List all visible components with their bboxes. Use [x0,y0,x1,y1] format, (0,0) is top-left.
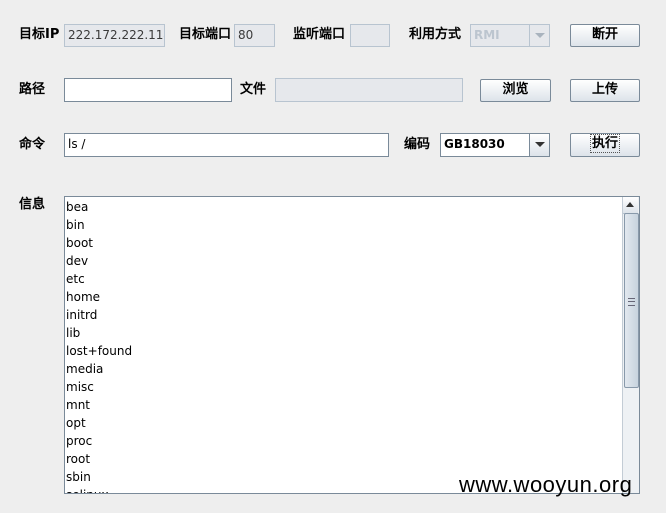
target-ip-field[interactable]: 222.172.222.114 [64,24,165,47]
vertical-scrollbar[interactable] [622,197,639,493]
target-port-field[interactable]: 80 [234,24,275,47]
chevron-down-icon[interactable] [529,134,549,156]
encoding-select[interactable]: GB18030 [440,133,550,157]
encoding-select-value: GB18030 [444,137,505,151]
list-item: lib [66,326,81,340]
method-label: 利用方式 [409,27,462,42]
scroll-thumb[interactable] [624,213,639,388]
browse-button[interactable]: 浏览 [480,79,551,102]
list-item: home [66,290,101,304]
execute-button-label: 执行 [589,134,621,153]
target-ip-label: 目标IP [19,27,60,42]
list-item: proc [66,434,93,448]
disconnect-button[interactable]: 断开 [570,24,640,47]
watermark: www.wooyun.org [459,472,633,497]
info-output-list: bea bin boot dev etc home initrd lib los… [65,197,639,493]
method-select[interactable]: RMI [470,24,550,47]
info-output-textarea[interactable]: bea bin boot dev etc home initrd lib los… [64,196,640,494]
path-label: 路径 [19,82,46,97]
upload-button[interactable]: 上传 [570,79,640,102]
file-field[interactable] [275,78,463,102]
list-item: initrd [66,308,98,322]
target-port-label: 目标端口 [179,27,232,42]
list-item: bea [66,200,89,214]
command-input[interactable]: ls / [64,133,389,157]
encoding-label: 编码 [404,137,431,152]
list-item: lost+found [66,344,133,358]
execute-button[interactable]: 执行 [570,133,640,157]
grip-icon [628,298,635,306]
path-input[interactable] [64,78,232,102]
method-select-value: RMI [474,28,500,42]
list-item: etc [66,272,85,286]
scroll-up-icon[interactable] [623,197,638,214]
list-item: root [66,452,91,466]
listen-port-field[interactable] [350,24,390,47]
list-item: dev [66,254,89,268]
info-label: 信息 [19,197,46,212]
list-item: boot [66,236,94,250]
listen-port-label: 监听端口 [293,27,346,42]
command-label: 命令 [19,137,46,152]
list-item: media [66,362,104,376]
chevron-down-icon[interactable] [529,25,549,46]
file-label: 文件 [240,82,267,97]
list-item: opt [66,416,86,430]
list-item: mnt [66,398,90,412]
list-item: misc [66,380,94,394]
list-item: bin [66,218,85,232]
